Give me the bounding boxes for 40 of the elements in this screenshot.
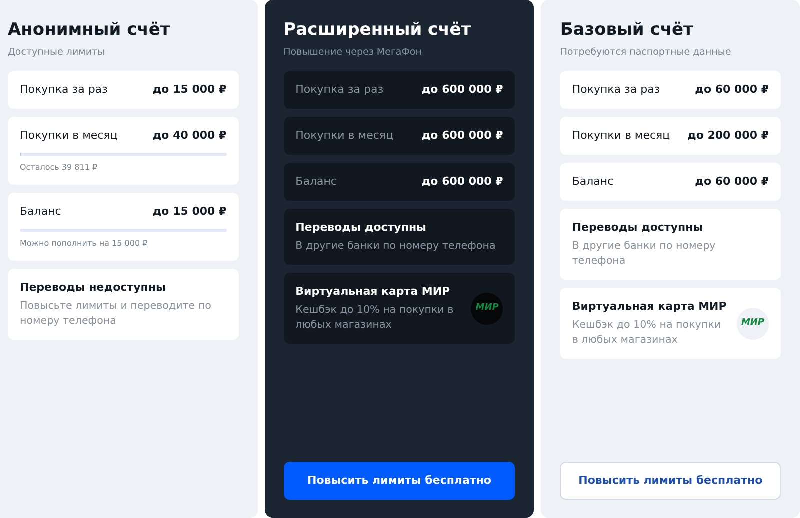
plan-subtitle: Доступные лимиты [8,46,106,60]
limit-label: Покупка за раз [572,82,660,98]
plan-title: Базовый счёт [560,19,694,42]
limit-value: до 15 000 ₽ [152,82,227,98]
limit-label: Покупки в месяц [296,128,394,144]
plan-subtitle: Потребуются паспортные данные [560,46,732,60]
limit-label: Покупки в месяц [572,128,670,144]
card-logo: МИР [471,292,504,325]
limit-label: Баланс [20,204,62,220]
limit-value: до 60 000 ₽ [695,174,769,190]
card-logo: МИР [736,308,769,340]
feature-text: Кешбэк до 10% на покупки в любых магазинах [296,303,455,334]
upgrade-button[interactable]: Повысить лимиты бесплатно [560,462,781,500]
limit-value: до 600 000 ₽ [422,174,504,190]
feature-title: Виртуальная карта МИР [296,284,452,300]
limit-label: Покупки в месяц [20,128,118,144]
limit-label: Покупка за раз [296,82,384,98]
limit-value: до 600 000 ₽ [422,82,504,98]
limit-value: до 60 000 ₽ [695,82,769,98]
feature-text: В другие банки по номеру телефона [296,239,497,254]
feature-text: Кешбэк до 10% на покупки в любых магазинах [572,318,722,348]
limit-label: Баланс [572,174,614,190]
plan-title: Анонимный счёт [8,19,172,42]
limit-label: Покупка за раз [20,82,108,98]
feature-title: Переводы доступны [296,220,428,236]
plan-subtitle: Повышение через МегаФон [284,46,423,60]
limit-note: Можно пополнить на 15 000 ₽ [20,238,149,250]
limit-value: до 200 000 ₽ [687,128,769,144]
limit-value: до 600 000 ₽ [422,128,504,144]
limit-note: Осталось 39 811 ₽ [20,162,99,174]
plan-title: Расширенный счёт [284,19,472,42]
feature-text: Повысьте лимиты и переводите по номеру телефона [20,299,212,330]
limit-value: до 15 000 ₽ [152,204,227,220]
limit-value: до 40 000 ₽ [152,128,227,144]
feature-title: Переводы недоступны [20,280,167,296]
feature-title: Переводы доступны [572,220,704,236]
limit-label: Баланс [296,174,337,190]
feature-text: В другие банки по номеру телефона [572,239,717,270]
feature-title: Виртуальная карта МИР [572,299,728,316]
upgrade-button[interactable]: Повысить лимиты бесплатно [284,462,516,500]
